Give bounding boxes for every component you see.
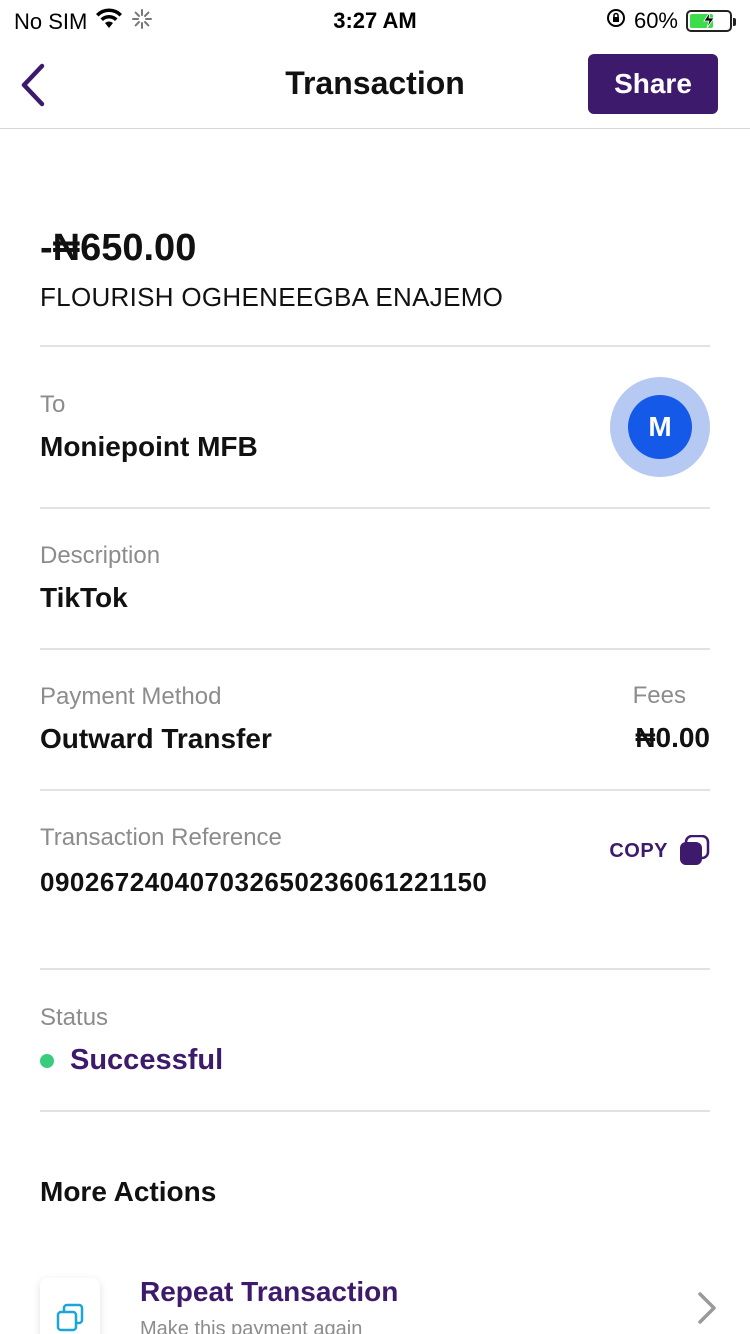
navigation-bar: Transaction Share bbox=[0, 40, 750, 129]
status-value: Successful bbox=[70, 1044, 224, 1076]
share-button[interactable]: Share bbox=[588, 54, 718, 114]
copy-icon bbox=[680, 835, 710, 865]
description-label: Description bbox=[40, 542, 161, 569]
battery-icon bbox=[686, 8, 736, 34]
repeat-transaction-title: Repeat Transaction bbox=[140, 1276, 399, 1307]
status-bar-right: 60% bbox=[606, 8, 736, 34]
bank-avatar: M bbox=[610, 377, 710, 477]
bank-avatar-letter: M bbox=[628, 395, 692, 459]
description-value: TikTok bbox=[40, 582, 128, 613]
chevron-right-icon bbox=[698, 1292, 716, 1324]
payment-method-label: Payment Method bbox=[40, 683, 222, 710]
copy-reference-button[interactable]: COPY bbox=[609, 835, 710, 867]
fees-block: Fees ₦0.00 bbox=[633, 682, 710, 754]
counterparty-name: FLOURISH OGHENEEGBA ENAJEMO bbox=[40, 282, 504, 312]
more-actions-title: More Actions bbox=[40, 1176, 217, 1207]
status-row: Successful bbox=[40, 1044, 710, 1077]
recipient-label: To bbox=[40, 391, 66, 418]
repeat-transaction-subtitle: Make this payment again bbox=[140, 1318, 363, 1334]
copy-label: COPY bbox=[609, 839, 668, 862]
status-section: Status Successful bbox=[40, 970, 710, 1110]
repeat-icon-box bbox=[40, 1278, 100, 1334]
payment-method-value: Outward Transfer bbox=[40, 723, 272, 754]
fees-value: ₦0.00 bbox=[635, 722, 710, 753]
repeat-transaction-action[interactable]: Repeat Transaction Make this payment aga… bbox=[40, 1276, 720, 1334]
reference-value: 090267240407032650236061221150 bbox=[40, 867, 488, 897]
status-dot-icon bbox=[40, 1053, 54, 1068]
divider bbox=[40, 1110, 710, 1112]
reference-section: Transaction Reference 090267240407032650… bbox=[40, 791, 710, 968]
payment-section: Payment Method Outward Transfer Fees ₦0.… bbox=[40, 650, 710, 789]
repeat-transaction-icon bbox=[56, 1303, 84, 1332]
recipient-section: To Moniepoint MFB M bbox=[40, 347, 710, 507]
battery-percent: 60% bbox=[633, 8, 678, 33]
fees-label: Fees bbox=[632, 682, 686, 709]
status-bar: No SIM 3:27 AM 60% bbox=[0, 0, 750, 40]
status-label: Status bbox=[40, 1004, 109, 1031]
recipient-bank: Moniepoint MFB bbox=[40, 431, 258, 462]
battery-cap bbox=[733, 18, 736, 26]
description-section: Description TikTok bbox=[40, 509, 710, 648]
charging-bolt-icon bbox=[703, 8, 715, 34]
orientation-lock-icon bbox=[606, 8, 626, 34]
transaction-amount: -₦650.00 bbox=[40, 227, 197, 269]
transaction-details: -₦650.00 FLOURISH OGHENEEGBA ENAJEMO To … bbox=[40, 129, 710, 1208]
